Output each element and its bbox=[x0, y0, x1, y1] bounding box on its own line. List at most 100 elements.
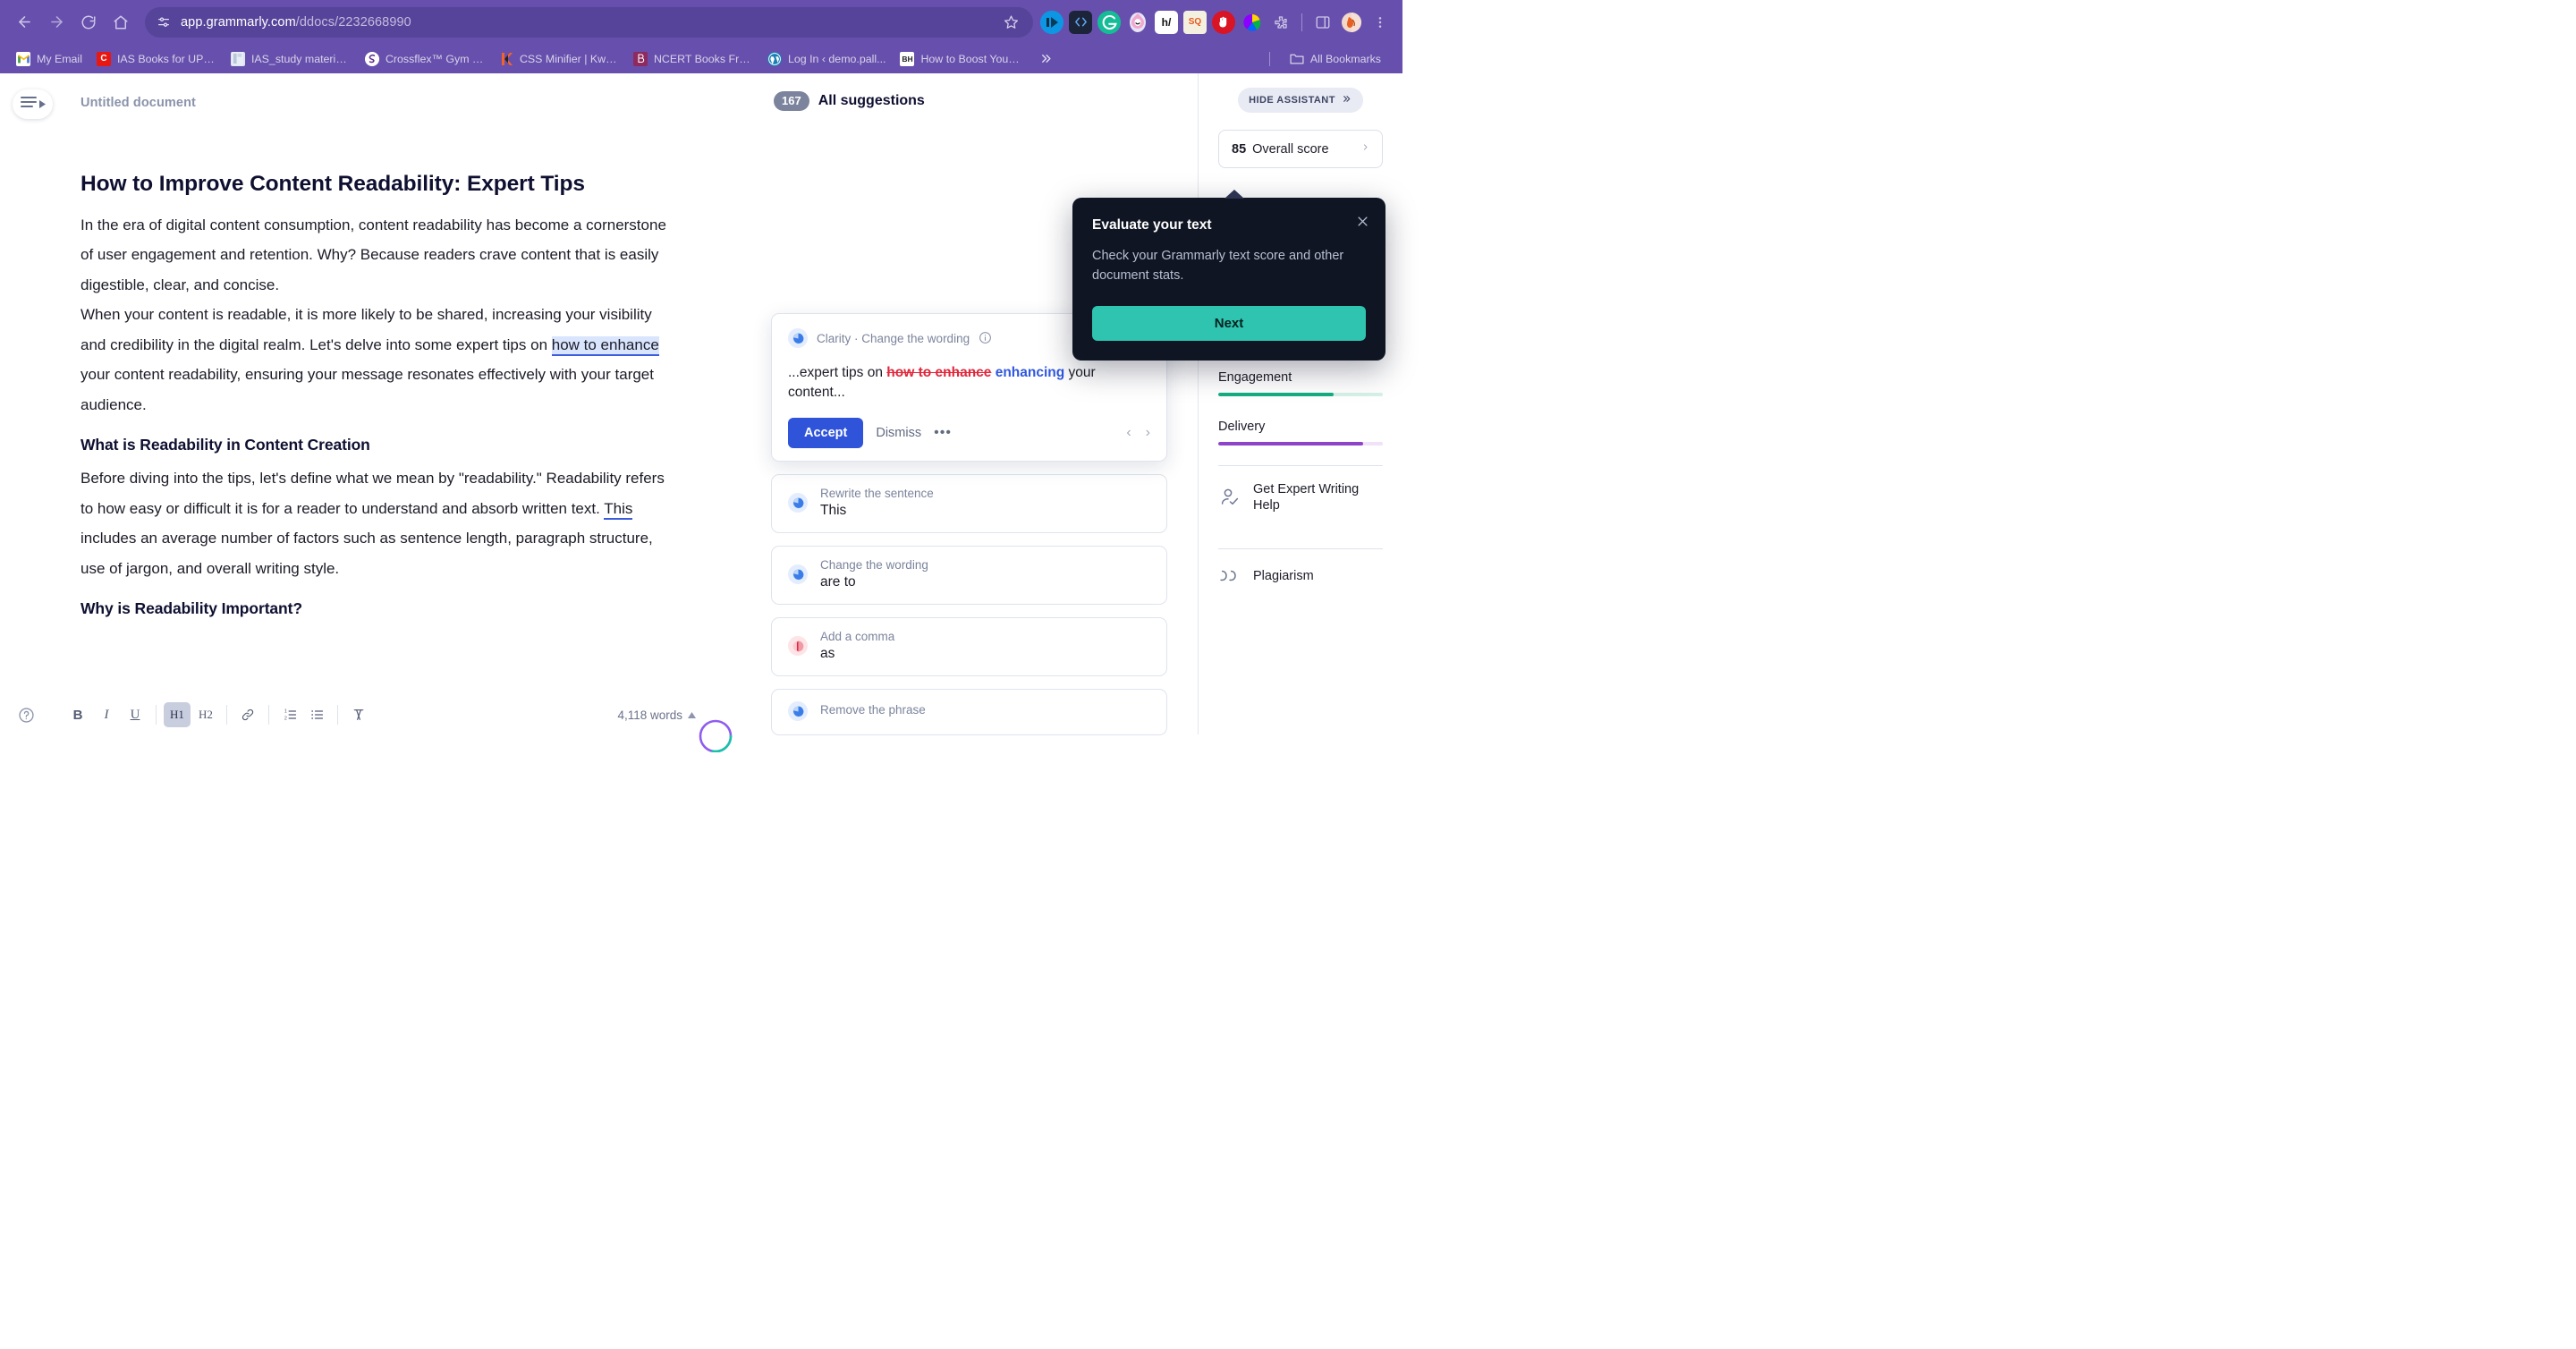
suggestion-list-item[interactable]: Remove the phrase bbox=[771, 689, 1167, 736]
teardrop-icon[interactable] bbox=[1126, 11, 1149, 34]
clarity-dot-icon bbox=[788, 328, 808, 348]
suggestion-list-item[interactable]: Rewrite the sentence This bbox=[771, 474, 1167, 534]
iq-icon[interactable] bbox=[1040, 10, 1063, 34]
clear-format-icon[interactable] bbox=[345, 702, 372, 727]
side-panel-icon[interactable] bbox=[1311, 11, 1335, 34]
overall-score-box[interactable]: 85 Overall score bbox=[1218, 130, 1383, 168]
bookmark-item[interactable]: CSS Minifier | Kwe... bbox=[492, 49, 626, 69]
bookmark-label: Log In ‹ demo.pall... bbox=[787, 52, 886, 65]
address-bar[interactable]: app.grammarly.com/ddocs/2232668990 bbox=[145, 6, 1033, 38]
bookmark-item[interactable]: BH How to Boost Your... bbox=[893, 49, 1027, 69]
h-slash-icon[interactable]: h/ bbox=[1155, 10, 1178, 34]
code-brackets-icon[interactable] bbox=[1069, 10, 1092, 34]
assistant-item-label: Plagiarism bbox=[1253, 569, 1314, 584]
page-settings-icon[interactable] bbox=[154, 13, 174, 32]
document-heading-2a: What is Readability in Content Creation bbox=[80, 436, 370, 454]
sidebar-toggle-button[interactable] bbox=[13, 89, 53, 119]
color-wheel-icon[interactable] bbox=[1241, 11, 1264, 34]
assistant-item-plagiarism[interactable]: Plagiarism bbox=[1218, 549, 1383, 603]
bookmark-item[interactable]: NCERT Books Free... bbox=[626, 49, 760, 69]
quote-icon bbox=[1218, 564, 1241, 588]
link-icon[interactable] bbox=[234, 702, 261, 727]
suggestions-header: 167 All suggestions bbox=[774, 91, 925, 112]
overall-score-value: 85 bbox=[1232, 141, 1247, 157]
metric-engagement[interactable]: Engagement bbox=[1218, 370, 1383, 396]
dismiss-button[interactable]: Dismiss bbox=[876, 426, 921, 440]
bookmark-item[interactable]: My Email bbox=[9, 49, 89, 69]
next-suggestion-button[interactable]: › bbox=[1146, 425, 1150, 441]
heading1-button[interactable]: H1 bbox=[164, 702, 191, 727]
divider bbox=[1268, 51, 1270, 66]
sq-icon[interactable]: SQ bbox=[1183, 10, 1207, 34]
bookmark-label: How to Boost Your... bbox=[920, 52, 1021, 65]
bookmark-item[interactable]: Crossflex™ Gym T... bbox=[358, 49, 492, 69]
bookmark-item[interactable]: C IAS Books for UPS... bbox=[89, 49, 224, 69]
assistant-item-expert-help[interactable]: Get Expert Writing Help bbox=[1218, 466, 1383, 529]
item-text: Add a comma as bbox=[820, 630, 894, 662]
bookmarks-overflow-icon[interactable] bbox=[1032, 49, 1060, 68]
help-icon[interactable] bbox=[13, 701, 39, 728]
document-heading-1: How to Improve Content Readability: Expe… bbox=[80, 170, 680, 199]
coach-next-button[interactable]: Next bbox=[1092, 305, 1366, 341]
bookmark-item[interactable]: IAS_study material... bbox=[224, 49, 358, 69]
heading2-button[interactable]: H2 bbox=[192, 702, 219, 727]
word-count[interactable]: 4,118 words bbox=[617, 708, 696, 722]
clarity-highlight[interactable]: how to enhance bbox=[551, 335, 659, 356]
item-category: Remove the phrase bbox=[820, 703, 926, 717]
suggestion-list-item[interactable]: Add a comma as bbox=[771, 617, 1167, 677]
all-bookmarks-button[interactable]: All Bookmarks bbox=[1283, 49, 1388, 69]
profile-avatar-icon[interactable] bbox=[1340, 11, 1363, 34]
browser-nav-row: app.grammarly.com/ddocs/2232668990 h/ SQ bbox=[0, 0, 1402, 44]
svg-text:2: 2 bbox=[284, 717, 286, 722]
overall-score-label: Overall score bbox=[1252, 141, 1329, 157]
item-value: as bbox=[820, 646, 835, 662]
item-category: Add a comma bbox=[820, 630, 895, 644]
metric-delivery[interactable]: Delivery bbox=[1218, 420, 1383, 445]
heading-group: H1 H2 bbox=[164, 702, 219, 727]
folder-icon bbox=[1290, 52, 1304, 66]
bookmark-item[interactable]: Log In ‹ demo.pall... bbox=[760, 49, 894, 69]
bullet-list-icon[interactable] bbox=[303, 702, 330, 727]
stop-hand-icon[interactable] bbox=[1212, 10, 1235, 34]
suggestion-list-item[interactable]: Change the wording are to bbox=[771, 546, 1167, 606]
item-category: Change the wording bbox=[820, 558, 928, 573]
home-icon[interactable] bbox=[106, 7, 136, 38]
document-body[interactable]: How to Improve Content Readability: Expe… bbox=[80, 170, 680, 695]
more-options-button[interactable]: ••• bbox=[934, 425, 952, 441]
bookmark-label: CSS Minifier | Kwe... bbox=[519, 52, 619, 65]
browser-menu-icon[interactable] bbox=[1368, 11, 1392, 34]
reload-icon[interactable] bbox=[73, 7, 104, 38]
back-icon[interactable] bbox=[9, 7, 39, 38]
bookmark-star-icon[interactable] bbox=[999, 11, 1022, 34]
ias-books-icon: C bbox=[96, 51, 111, 66]
bookmark-label: My Email bbox=[37, 52, 82, 65]
previous-suggestion-button[interactable]: ‹ bbox=[1126, 425, 1131, 441]
person-check-icon bbox=[1218, 486, 1241, 509]
accept-button[interactable]: Accept bbox=[788, 418, 864, 449]
metric-fill bbox=[1218, 442, 1363, 445]
grammarly-icon[interactable] bbox=[1097, 10, 1121, 34]
suggestions-column: 167 All suggestions Clarity · Change the… bbox=[716, 73, 1199, 736]
puzzle-icon[interactable] bbox=[1269, 11, 1292, 34]
info-icon[interactable] bbox=[979, 331, 993, 345]
italic-button[interactable]: I bbox=[93, 702, 120, 727]
item-value: This bbox=[820, 503, 847, 519]
item-text: Change the wording are to bbox=[820, 558, 928, 590]
hide-assistant-button[interactable]: HIDE ASSISTANT bbox=[1238, 88, 1363, 113]
clarity-underline[interactable]: This bbox=[604, 499, 633, 520]
bookmark-label: IAS Books for UPS... bbox=[116, 52, 216, 65]
url-path: /ddocs/2232668990 bbox=[295, 14, 411, 30]
card-actions: Accept Dismiss ••• ‹ › bbox=[788, 418, 1150, 449]
divider bbox=[156, 705, 157, 725]
close-icon[interactable] bbox=[1353, 212, 1371, 230]
metric-track bbox=[1218, 393, 1383, 396]
grammarly-assistant-orb[interactable] bbox=[696, 713, 735, 753]
ordered-list-icon[interactable]: 12 bbox=[276, 702, 303, 727]
bold-button[interactable]: B bbox=[64, 702, 91, 727]
underline-button[interactable]: U bbox=[122, 702, 148, 727]
forward-icon[interactable] bbox=[41, 7, 72, 38]
document-title[interactable]: Untitled document bbox=[80, 96, 196, 110]
hide-assistant-label: HIDE ASSISTANT bbox=[1249, 95, 1335, 106]
card-category-label: Clarity · Change the wording bbox=[817, 331, 970, 345]
paragraph-2-text-b: your content readability, ensuring your … bbox=[80, 366, 654, 413]
